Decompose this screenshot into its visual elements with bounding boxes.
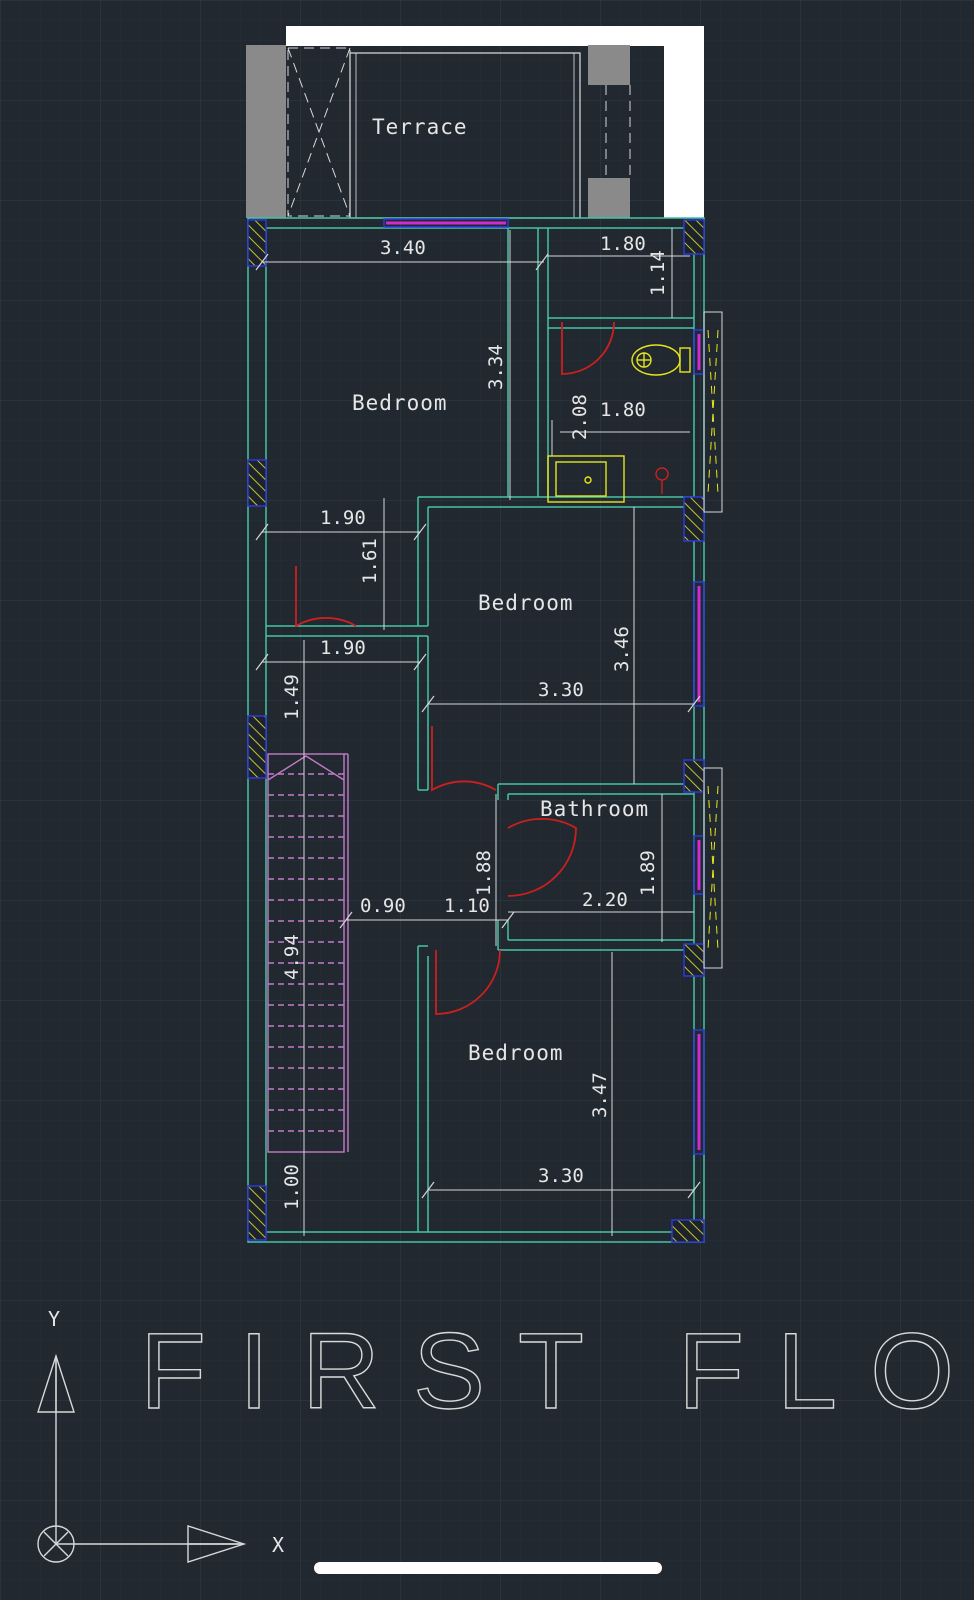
dim-3-34: 3.34 bbox=[485, 344, 507, 390]
room-label-bedroom-mid: Bedroom bbox=[478, 591, 574, 615]
dim-1-49: 1.49 bbox=[281, 674, 303, 720]
home-indicator[interactable] bbox=[314, 1562, 662, 1574]
dim-2-20: 2.20 bbox=[582, 889, 628, 911]
room-label-bedroom-bottom: Bedroom bbox=[468, 1041, 564, 1065]
dim-1-89: 1.89 bbox=[637, 850, 659, 896]
dim-1-61: 1.61 bbox=[359, 538, 381, 584]
dim-1-80-wc: 1.80 bbox=[600, 399, 646, 421]
dim-3-40: 3.40 bbox=[380, 237, 426, 259]
dim-1-90-b: 1.90 bbox=[320, 637, 366, 659]
room-label-terrace: Terrace bbox=[372, 115, 468, 139]
room-label-bathroom: Bathroom bbox=[540, 797, 649, 821]
ucs-x-label: X bbox=[272, 1533, 284, 1557]
dim-4-94: 4.94 bbox=[281, 934, 303, 980]
dim-1-88: 1.88 bbox=[473, 850, 495, 896]
dim-1-90-a: 1.90 bbox=[320, 507, 366, 529]
dim-1-14: 1.14 bbox=[647, 250, 669, 296]
terrace-pillar-bottom bbox=[588, 178, 630, 218]
dim-1-00: 1.00 bbox=[281, 1164, 303, 1210]
terrace-left-wall bbox=[246, 45, 286, 218]
dim-3-46: 3.46 bbox=[611, 626, 633, 672]
drawing-title: FIRST FLOOR bbox=[140, 1310, 974, 1431]
room-label-bedroom-top: Bedroom bbox=[352, 391, 448, 415]
dim-1-10: 1.10 bbox=[444, 895, 490, 917]
terrace-pillar-top bbox=[588, 45, 630, 85]
dim-1-80-top: 1.80 bbox=[600, 233, 646, 255]
dim-0-90: 0.90 bbox=[360, 895, 406, 917]
floor-plan-canvas: Terrace Bedroom Bedroom Bathroom Bedroom… bbox=[0, 0, 974, 1600]
dim-3-30-a: 3.30 bbox=[538, 679, 584, 701]
dim-3-30-b: 3.30 bbox=[538, 1165, 584, 1187]
dim-3-47: 3.47 bbox=[589, 1072, 611, 1118]
dim-2-08: 2.08 bbox=[569, 394, 591, 440]
ucs-y-label: Y bbox=[48, 1307, 60, 1331]
